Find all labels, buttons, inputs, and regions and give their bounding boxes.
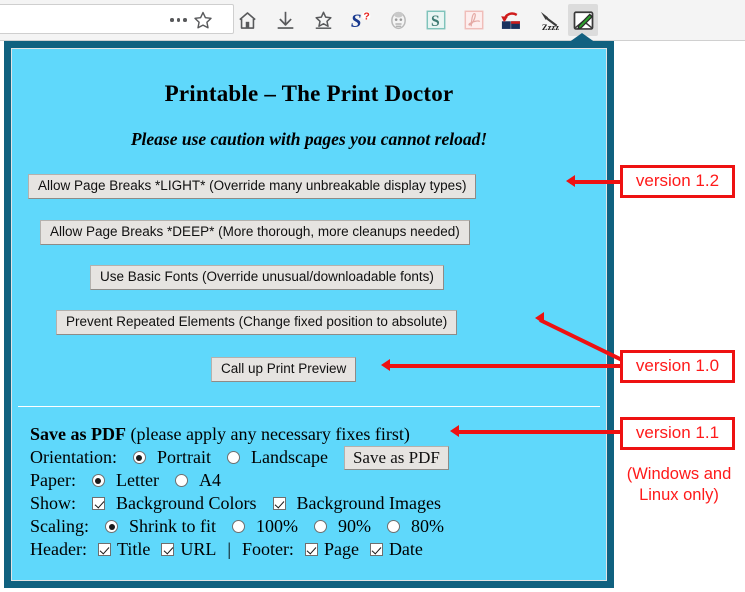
panel-pointer-arrow — [561, 33, 603, 48]
orientation-landscape-label: Landscape — [250, 447, 328, 467]
leader-line-version-12 — [570, 180, 623, 184]
screenshot-root: S ? S Zzzz Printable – The Print Doctor … — [0, 0, 745, 592]
footer-page-label: Page — [323, 539, 359, 559]
home-icon[interactable] — [232, 5, 262, 35]
downloads-icon[interactable] — [270, 5, 300, 35]
scaling-row: Scaling: Shrink to fit 100% 90% 80% — [30, 515, 606, 538]
undo-close-tab-icon[interactable] — [496, 5, 526, 35]
save-as-pdf-heading-bold: Save as PDF — [30, 424, 126, 444]
printable-panel: Printable – The Print Doctor Please use … — [4, 41, 614, 588]
save-as-pdf-heading: Save as PDF (please apply any necessary … — [30, 423, 606, 446]
annotation-platform-note-line2: Linux only) — [639, 486, 719, 504]
paper-label: Paper: — [30, 470, 76, 490]
annotation-version-11: version 1.1 — [620, 417, 735, 450]
orientation-portrait-radio[interactable] — [132, 451, 146, 464]
show-row: Show: Background Colors Background Image… — [30, 492, 606, 515]
allow-page-breaks-deep-button[interactable]: Allow Page Breaks *DEEP* (More thorough,… — [40, 220, 470, 245]
browser-toolbar: S ? S Zzzz — [0, 0, 745, 41]
hammer-zzz-icon[interactable]: Zzzz — [534, 5, 564, 35]
svg-text:S: S — [350, 11, 361, 32]
stylish-s-icon[interactable]: S ? — [345, 5, 375, 35]
arrowhead-version-10-lower — [381, 359, 390, 371]
pdf-icon[interactable] — [459, 5, 489, 35]
scaling-80-radio[interactable] — [387, 520, 401, 533]
header-footer-row: Header: Title URL | Footer: Page Date — [30, 538, 606, 561]
arrowhead-version-12 — [566, 175, 575, 187]
prevent-repeated-elements-button[interactable]: Prevent Repeated Elements (Change fixed … — [56, 310, 458, 335]
scaling-80-label: 80% — [411, 516, 445, 536]
header-url-checkbox[interactable] — [161, 543, 175, 556]
privacy-badger-icon[interactable] — [383, 5, 413, 35]
orientation-label: Orientation: — [30, 447, 117, 467]
svg-text:?: ? — [363, 10, 369, 22]
annotation-platform-note: (Windows and Linux only) — [618, 464, 740, 506]
save-as-pdf-section: Save as PDF (please apply any necessary … — [12, 423, 606, 561]
scaling-shrink-to-fit-radio[interactable] — [105, 520, 118, 533]
call-up-print-preview-button[interactable]: Call up Print Preview — [211, 357, 357, 382]
scaling-100-label: 100% — [256, 516, 299, 536]
paper-letter-radio[interactable] — [91, 474, 105, 487]
paper-row: Paper: Letter A4 — [30, 469, 606, 492]
page-title: Printable – The Print Doctor — [164, 81, 454, 106]
scaling-shrink-to-fit-label: Shrink to fit — [129, 516, 217, 536]
annotation-version-10: version 1.0 — [620, 350, 735, 383]
header-title-checkbox[interactable] — [97, 543, 111, 556]
leader-line-version-11 — [455, 430, 621, 434]
footer-label: Footer: — [241, 539, 294, 559]
paper-a4-radio[interactable] — [174, 474, 188, 487]
svg-text:S: S — [431, 13, 440, 30]
arrowhead-version-11 — [450, 425, 459, 437]
save-bookmark-icon[interactable] — [308, 5, 338, 35]
scaling-90-radio[interactable] — [314, 520, 328, 533]
save-as-pdf-button[interactable]: Save as PDF — [343, 445, 449, 470]
orientation-landscape-radio[interactable] — [226, 451, 240, 464]
footer-date-checkbox[interactable] — [369, 543, 383, 556]
show-label: Show: — [30, 493, 77, 513]
save-as-pdf-heading-rest: (please apply any necessary fixes first) — [126, 424, 410, 444]
scaling-label: Scaling: — [30, 516, 89, 536]
show-background-colors-label: Background Colors — [116, 493, 257, 513]
bookmark-star-icon[interactable] — [188, 5, 218, 35]
show-background-colors-checkbox[interactable] — [92, 497, 106, 510]
scrapbook-s-icon[interactable]: S — [421, 5, 451, 35]
scaling-100-radio[interactable] — [232, 520, 246, 533]
header-footer-separator: | — [227, 539, 231, 559]
section-divider — [18, 406, 600, 407]
show-background-images-checkbox[interactable] — [272, 497, 286, 510]
page-subtitle: Please use caution with pages you cannot… — [130, 129, 488, 149]
printable-pen-icon[interactable] — [568, 4, 598, 36]
paper-a4-label: A4 — [198, 470, 221, 490]
leader-line-version-10-lower — [386, 364, 621, 368]
footer-page-checkbox[interactable] — [304, 543, 318, 556]
annotation-platform-note-line1: (Windows and — [626, 465, 732, 483]
footer-date-label: Date — [388, 539, 423, 559]
header-url-label: URL — [180, 539, 217, 559]
allow-page-breaks-light-button[interactable]: Allow Page Breaks *LIGHT* (Override many… — [28, 174, 477, 199]
header-label: Header: — [30, 539, 87, 559]
printable-panel-body: Printable – The Print Doctor Please use … — [11, 48, 607, 581]
scaling-90-label: 90% — [338, 516, 372, 536]
arrowhead-version-10-upper — [535, 312, 544, 324]
annotation-version-12: version 1.2 — [620, 165, 735, 198]
header-title-label: Title — [116, 539, 151, 559]
orientation-portrait-label: Portrait — [156, 447, 211, 467]
paper-letter-label: Letter — [115, 470, 159, 490]
svg-text:Zzzz: Zzzz — [541, 22, 558, 32]
show-background-images-label: Background Images — [296, 493, 441, 513]
use-basic-fonts-button[interactable]: Use Basic Fonts (Override unusual/downlo… — [90, 265, 444, 290]
orientation-row: Orientation: Portrait Landscape Save as … — [30, 445, 606, 470]
